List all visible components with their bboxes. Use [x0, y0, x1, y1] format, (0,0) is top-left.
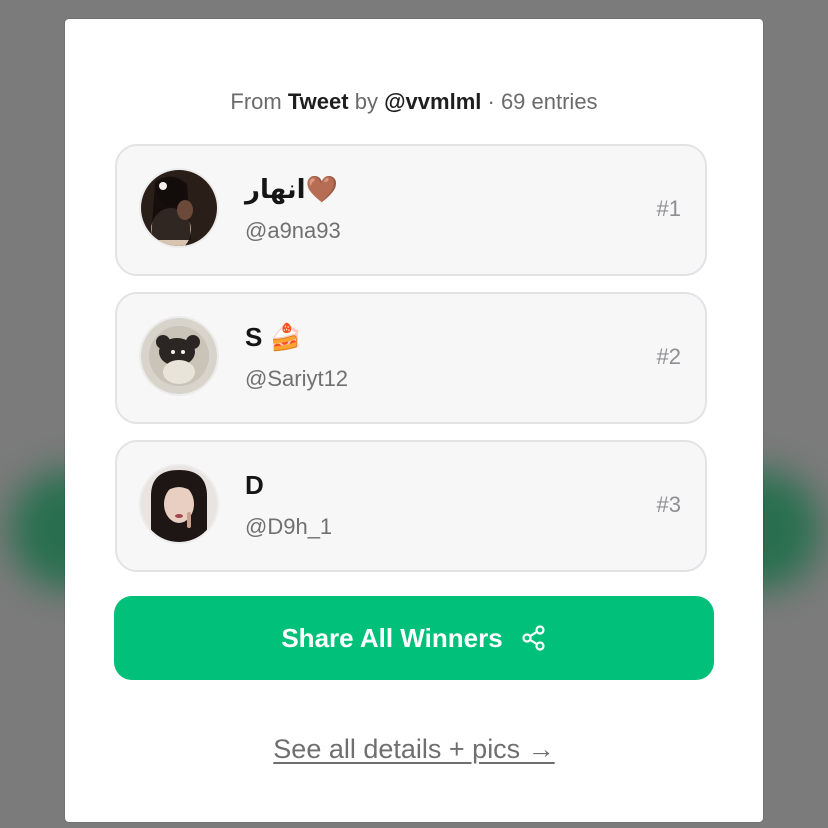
winner-name: انهار🤎: [245, 174, 338, 204]
modal-header: From Tweet by @vvmlml · 69 entries: [65, 89, 763, 115]
winner-rank: #1: [656, 196, 681, 221]
share-all-winners-button[interactable]: Share All Winners: [114, 596, 714, 680]
share-icon: [521, 625, 547, 651]
avatar: [139, 316, 219, 396]
winners-modal: From Tweet by @vvmlml · 69 entries انهار…: [65, 19, 763, 822]
winner-handle: @Sariyt12: [245, 366, 349, 391]
header-entries: · 69 entries: [487, 89, 598, 114]
header-from-label: From: [230, 89, 282, 114]
winner-name: D: [245, 470, 264, 500]
avatar: [139, 464, 219, 544]
see-all-details-link[interactable]: See all details + pics →: [65, 734, 763, 765]
winner-handle: @a9na93: [245, 218, 341, 243]
header-source: Tweet: [287, 89, 349, 114]
winner-name: S 🍰: [245, 322, 302, 352]
winner-card-1[interactable]: انهار🤎 @a9na93 #1: [115, 144, 707, 276]
winner-rank: #3: [656, 492, 681, 517]
share-button-label: Share All Winners: [281, 622, 503, 653]
header-by-label: by: [354, 89, 378, 114]
winner-rank: #2: [656, 344, 681, 369]
header-author: @vvmlml: [384, 89, 482, 114]
winner-card-2[interactable]: S 🍰 @Sariyt12 #2: [115, 292, 707, 424]
avatar: [139, 168, 219, 248]
winner-handle: @D9h_1: [245, 514, 333, 539]
winner-card-3[interactable]: D @D9h_1 #3: [115, 440, 707, 572]
